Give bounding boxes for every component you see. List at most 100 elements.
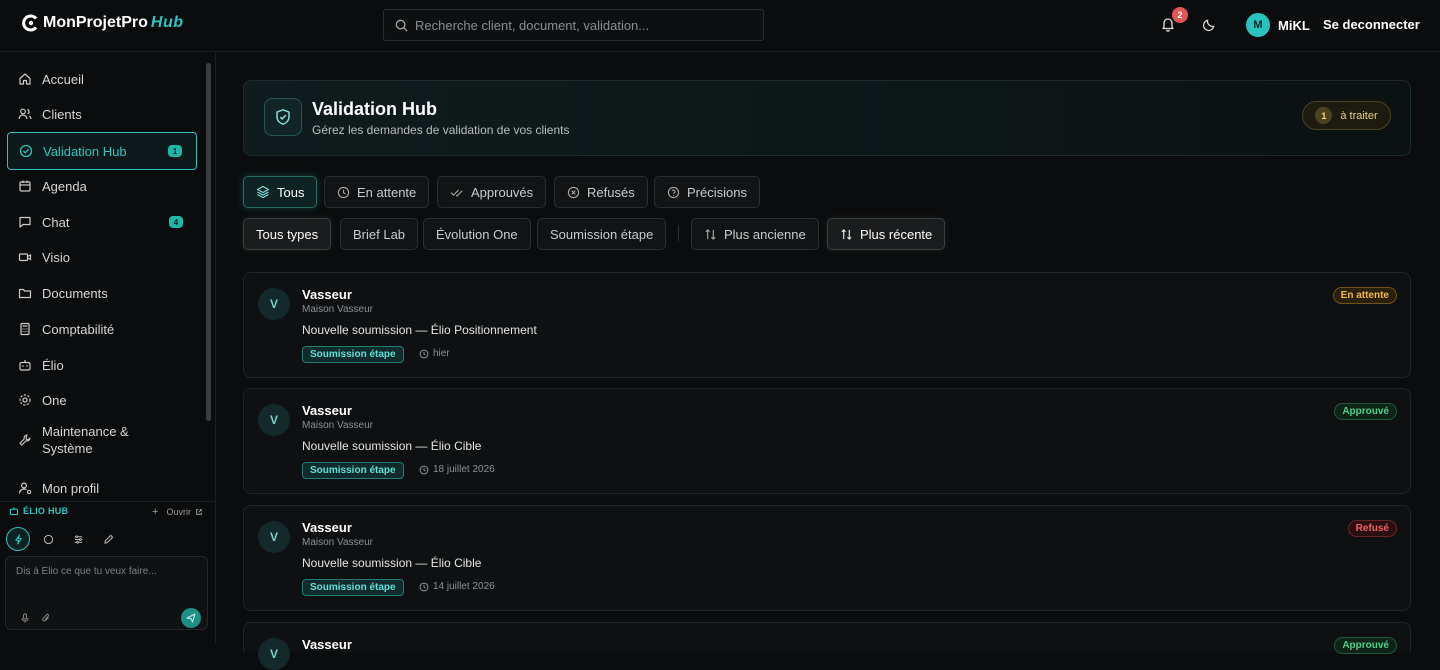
todo-badge[interactable]: 1 à traiter	[1302, 101, 1391, 130]
pencil-icon	[103, 534, 113, 544]
client-name: Vasseur	[302, 287, 352, 302]
sidebar-item-comptabilite[interactable]: Comptabilité	[7, 310, 197, 348]
sort-newest-button[interactable]: Plus récente	[827, 218, 946, 250]
mic-icon[interactable]	[20, 613, 30, 623]
top-bar: MonProjetProHub 2 M MiKL Se deconnecter	[0, 0, 1440, 52]
sidebar-item-elio[interactable]: Élio	[7, 346, 197, 384]
client-company: Maison Vasseur	[302, 420, 373, 431]
sidebar-item-chat[interactable]: Chat 4	[7, 203, 197, 241]
folder-icon	[18, 288, 32, 299]
page-header: Validation Hub Gérez les demandes de val…	[243, 80, 1411, 156]
check-circle-icon	[19, 144, 33, 158]
elio-tool-chat[interactable]	[36, 527, 60, 551]
sidebar-item-agenda[interactable]: Agenda	[7, 167, 197, 205]
bolt-icon	[14, 533, 22, 545]
sidebar-item-visio[interactable]: Visio	[7, 238, 197, 276]
request-date: hier	[419, 348, 450, 359]
notifications-button[interactable]: 2	[1160, 7, 1188, 32]
sidebar-item-label: Clients	[42, 106, 82, 122]
user-name: MiKL	[1278, 17, 1310, 33]
filter-divider	[678, 225, 679, 241]
sidebar-item-maintenance[interactable]: Maintenance & Système	[7, 417, 197, 463]
sort-icon	[841, 228, 852, 240]
user-gear-icon	[18, 482, 32, 495]
filter-precisions[interactable]: Précisions	[654, 176, 760, 208]
sidebar-item-label: Chat	[42, 214, 70, 230]
request-title: Nouvelle soumission — Élio Positionnemen…	[302, 323, 537, 337]
clock-icon	[419, 582, 429, 591]
type-filter-evolution-one[interactable]: Évolution One	[423, 218, 531, 250]
app-logo[interactable]: MonProjetPro Hub	[22, 14, 184, 32]
calendar-icon	[19, 180, 31, 192]
chat-icon	[19, 216, 31, 228]
filter-approuves[interactable]: Approuvés	[437, 176, 547, 208]
sidebar-item-accueil[interactable]: Accueil	[7, 60, 197, 98]
sort-oldest-button[interactable]: Plus ancienne	[691, 218, 819, 250]
client-name: Vasseur	[302, 520, 352, 535]
client-avatar: V	[258, 521, 290, 553]
filter-refuses[interactable]: Refusés	[554, 176, 648, 208]
logout-button[interactable]: Se deconnecter	[1323, 17, 1420, 32]
theme-toggle[interactable]	[1202, 17, 1217, 32]
type-filter-soumission-etape[interactable]: Soumission étape	[537, 218, 667, 250]
sidebar-item-documents[interactable]: Documents	[7, 274, 197, 312]
request-card[interactable]: V Vasseur Approuvé	[243, 622, 1411, 670]
request-title: Nouvelle soumission — Élio Cible	[302, 439, 482, 453]
sidebar-item-validation-hub[interactable]: Validation Hub 1	[7, 132, 197, 170]
clock-icon	[337, 186, 350, 198]
request-card[interactable]: V Vasseur Maison Vasseur Nouvelle soumis…	[243, 272, 1411, 378]
filter-tous[interactable]: Tous	[243, 176, 318, 208]
user-menu[interactable]: M MiKL	[1246, 13, 1310, 37]
external-link-icon	[196, 509, 202, 515]
sort-icon	[705, 228, 716, 240]
request-title: Nouvelle soumission — Élio Cible	[302, 556, 482, 570]
page-subtitle: Gérez les demandes de validation de vos …	[312, 123, 570, 137]
notification-badge: 2	[1172, 7, 1188, 23]
elio-open-button[interactable]: + Ouvrir	[152, 506, 203, 518]
search-icon	[395, 19, 408, 32]
sidebar-item-one[interactable]: One	[7, 381, 197, 419]
count-badge: 4	[169, 216, 183, 228]
request-card[interactable]: V Vasseur Maison Vasseur Nouvelle soumis…	[243, 505, 1411, 611]
paperclip-icon[interactable]	[41, 613, 51, 623]
type-filter-brief-lab[interactable]: Brief Lab	[340, 218, 419, 250]
search-input[interactable]	[415, 17, 745, 33]
sidebar-scrollbar[interactable]	[206, 63, 211, 421]
search-bar[interactable]	[383, 9, 764, 41]
avatar: M	[1246, 13, 1270, 37]
filter-en-attente[interactable]: En attente	[324, 176, 430, 208]
elio-tool-edit[interactable]	[96, 527, 120, 551]
sidebar-item-label: One	[42, 392, 67, 408]
elio-send-button[interactable]	[181, 608, 201, 628]
sidebar-item-label: Agenda	[42, 178, 87, 194]
sidebar-item-label: Accueil	[42, 71, 84, 87]
request-date: 18 juillet 2026	[419, 464, 495, 475]
logo-icon	[22, 14, 38, 32]
x-circle-icon	[567, 186, 580, 198]
status-badge: Approuvé	[1334, 403, 1397, 420]
elio-title: ÉLIO HUB	[9, 506, 68, 516]
brand-name: MonProjetPro	[43, 14, 148, 31]
sidebar-item-label: Élio	[42, 357, 64, 373]
sidebar-item-clients[interactable]: Clients	[7, 95, 197, 133]
client-name: Vasseur	[302, 637, 352, 652]
send-icon	[186, 613, 196, 623]
sidebar-item-label: Comptabilité	[42, 321, 115, 337]
wrench-icon	[19, 434, 31, 446]
elio-tool-settings[interactable]	[66, 527, 90, 551]
request-type-badge: Soumission étape	[302, 579, 404, 596]
clock-icon	[419, 465, 429, 474]
elio-tool-quick[interactable]	[6, 527, 30, 551]
status-badge: Approuvé	[1334, 637, 1397, 654]
client-name: Vasseur	[302, 403, 352, 418]
client-avatar: V	[258, 288, 290, 320]
request-card[interactable]: V Vasseur Maison Vasseur Nouvelle soumis…	[243, 388, 1411, 494]
request-date: 14 juillet 2026	[419, 581, 495, 592]
type-filter-tous-types[interactable]: Tous types	[243, 218, 332, 250]
sidebar-item-label: Documents	[42, 285, 108, 301]
video-icon	[18, 253, 32, 262]
users-icon	[18, 108, 32, 120]
elio-input[interactable]	[16, 566, 196, 596]
home-icon	[19, 73, 31, 85]
client-company: Maison Vasseur	[302, 537, 373, 548]
